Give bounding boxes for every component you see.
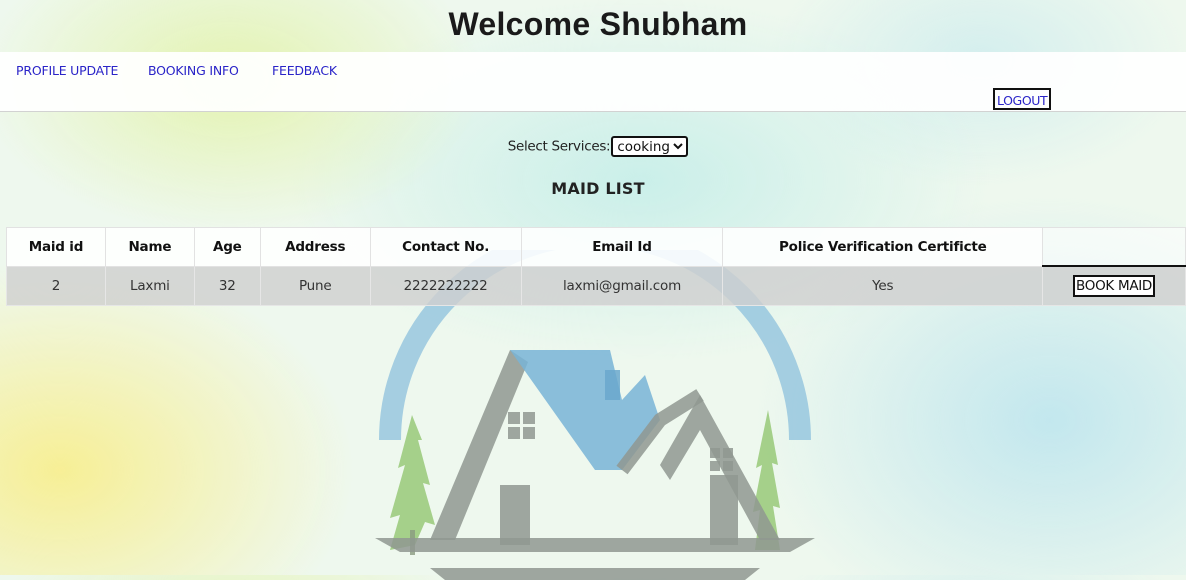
table-header-row: Maid id Name Age Address Contact No. Ema…	[6, 227, 1186, 267]
cell-maid-id: 2	[6, 265, 106, 306]
maid-list-title: MAID LIST	[551, 179, 645, 198]
cell-action: BOOK MAID	[1042, 265, 1186, 306]
cell-email: laxmi@gmail.com	[520, 265, 724, 306]
column-header: Police Verification Certificte	[722, 227, 1044, 267]
cell-police-verification: Yes	[722, 265, 1044, 306]
service-select[interactable]: cooking	[611, 136, 689, 157]
nav-booking-info-link[interactable]: BOOKING INFO	[148, 63, 239, 78]
column-header: Address	[259, 227, 371, 267]
maid-table: Maid id Name Age Address Contact No. Ema…	[6, 227, 1186, 306]
cell-contact: 2222222222	[369, 265, 522, 306]
top-navbar: PROFILE UPDATE BOOKING INFO FEEDBACK LOG…	[0, 52, 1186, 112]
column-header: Age	[193, 227, 261, 267]
column-header-action	[1042, 227, 1186, 267]
column-header: Maid id	[6, 227, 106, 267]
service-filter: Select Services: cooking	[0, 136, 1186, 157]
cell-age: 32	[193, 265, 261, 306]
service-select-label: Select Services:	[507, 138, 611, 155]
column-header: Name	[104, 227, 195, 267]
nav-feedback-link[interactable]: FEEDBACK	[272, 63, 337, 78]
logout-button[interactable]: LOGOUT	[993, 88, 1052, 110]
page-title: Welcome Shubham	[448, 6, 748, 42]
column-header: Contact No.	[369, 227, 522, 267]
column-header: Email Id	[520, 227, 724, 267]
table-row: 2 Laxmi 32 Pune 2222222222 laxmi@gmail.c…	[6, 265, 1186, 306]
book-maid-button[interactable]: BOOK MAID	[1073, 275, 1156, 297]
cell-name: Laxmi	[104, 265, 195, 306]
cell-address: Pune	[259, 265, 371, 306]
nav-profile-update-link[interactable]: PROFILE UPDATE	[16, 63, 118, 78]
